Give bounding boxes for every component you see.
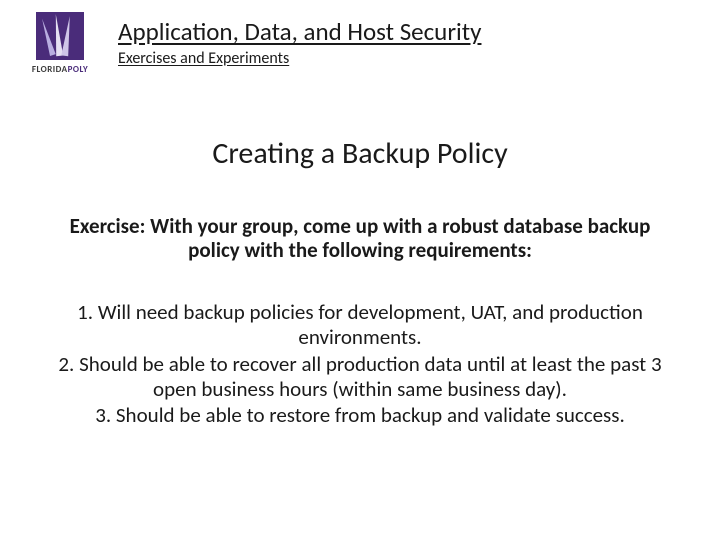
course-subtitle: Exercises and Experiments: [118, 49, 481, 68]
brand-logo: FLORIDAPOLY: [20, 12, 100, 75]
list-item: Will need backup policies for developmen…: [58, 300, 662, 350]
logo-brand-b: POLY: [68, 64, 89, 75]
logo-text: FLORIDAPOLY: [32, 64, 88, 75]
logo-brand-a: FLORIDA: [32, 64, 68, 75]
exercise-prompt: Exercise: With your group, come up with …: [48, 214, 672, 262]
course-title: Application, Data, and Host Security: [118, 16, 481, 47]
slide-title: Creating a Backup Policy: [48, 135, 672, 172]
slide-header: FLORIDAPOLY Application, Data, and Host …: [0, 0, 720, 75]
list-item: Should be able to restore from backup an…: [58, 403, 662, 428]
slide-body: Creating a Backup Policy Exercise: With …: [0, 135, 720, 428]
header-titles: Application, Data, and Host Security Exe…: [118, 12, 481, 68]
logo-mark-icon: [36, 12, 84, 60]
list-item: Should be able to recover all production…: [58, 352, 662, 402]
requirements-list: Will need backup policies for developmen…: [48, 300, 672, 428]
